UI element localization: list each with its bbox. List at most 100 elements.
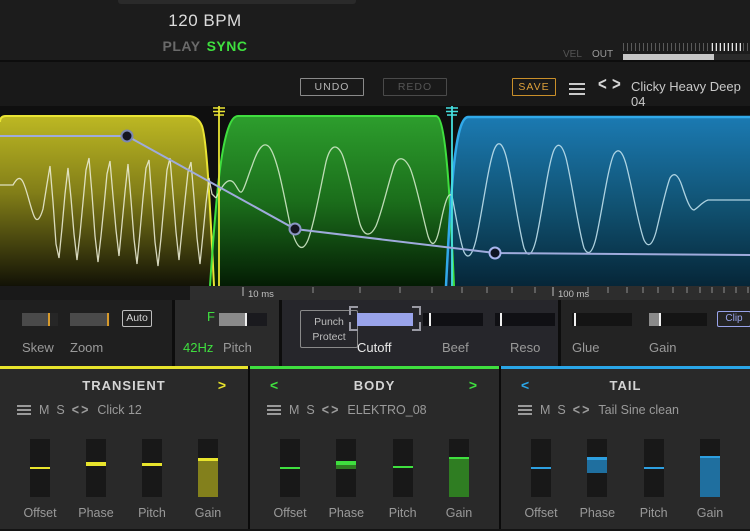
prev-preset-icon[interactable]: < [598, 74, 607, 95]
save-button[interactable]: SAVE [512, 78, 556, 96]
transient-pitch-label: Pitch [138, 506, 166, 520]
skew-slider[interactable] [22, 313, 58, 326]
tail-phase-slider[interactable] [587, 439, 607, 497]
body-offset-label: Offset [273, 506, 306, 520]
tail-pitch-slider[interactable] [644, 439, 664, 497]
transient-gain-slider[interactable] [198, 439, 218, 497]
tail-panel: < TAIL M S < > Tail Sine clean Offset [501, 366, 750, 529]
transient-offset-slider[interactable] [30, 439, 50, 497]
cutoff-label: Cutoff [357, 340, 391, 355]
transient-next-arrow[interactable]: > [218, 377, 226, 393]
transient-prev-sample-icon[interactable]: < [72, 402, 79, 418]
tail-gain-slider[interactable] [700, 439, 720, 497]
body-title: BODY [354, 378, 396, 393]
body-next-sample-icon[interactable]: > [331, 402, 338, 418]
body-solo-button[interactable]: S [306, 403, 314, 417]
waveform-display[interactable]: 10 ms 100 ms [0, 106, 750, 300]
body-prev-arrow[interactable]: < [270, 377, 278, 393]
beef-label: Beef [442, 340, 469, 355]
tail-prev-arrow[interactable]: < [521, 377, 529, 393]
reso-slider[interactable] [495, 313, 555, 326]
auto-zoom-button[interactable]: Auto [122, 310, 152, 327]
tail-menu-icon[interactable] [518, 403, 532, 417]
body-offset-slider[interactable] [280, 439, 300, 497]
filter-group: PunchProtect Cutoff Beef Reso [282, 300, 558, 366]
pitch-group: F 42Hz Pitch [175, 300, 279, 366]
output-meter[interactable] [623, 43, 750, 60]
transient-title: TRANSIENT [82, 378, 165, 393]
transient-gain-label: Gain [195, 506, 221, 520]
gain-slider[interactable] [649, 313, 707, 326]
tail-offset-slider[interactable] [531, 439, 551, 497]
ruler-10ms-label: 10 ms [248, 289, 274, 300]
tail-offset-label: Offset [524, 506, 557, 520]
transient-next-sample-icon[interactable]: > [81, 402, 88, 418]
host-tab [118, 0, 356, 4]
body-panel: < BODY > M S < > ELEKTRO_08 Offset [250, 366, 499, 529]
tail-next-sample-icon[interactable]: > [582, 402, 589, 418]
output-group: Glue Gain Clip [561, 300, 750, 366]
tail-solo-button[interactable]: S [557, 403, 565, 417]
pitch-slider[interactable] [219, 313, 267, 326]
header-bar: 120 BPM PLAYSYNC VEL OUT [0, 0, 750, 62]
transient-mute-button[interactable]: M [39, 403, 49, 417]
body-phase-label: Phase [329, 506, 364, 520]
transient-offset-label: Offset [23, 506, 56, 520]
body-phase-slider[interactable] [336, 439, 356, 497]
output-meter-ticks [623, 43, 750, 51]
transient-solo-button[interactable]: S [56, 403, 64, 417]
transient-sample-name[interactable]: Click 12 [97, 403, 141, 417]
bpm-display: 120 BPM [160, 11, 250, 31]
play-button[interactable]: PLAY [163, 38, 201, 54]
body-next-arrow[interactable]: > [469, 377, 477, 393]
gain-label: Gain [649, 340, 676, 355]
pitch-label: Pitch [223, 340, 252, 355]
preset-menu-icon[interactable] [569, 80, 585, 98]
toolbar: UNDO REDO SAVE < > Clicky Heavy Deep 04 [0, 62, 750, 106]
body-mute-button[interactable]: M [289, 403, 299, 417]
tail-gain-label: Gain [697, 506, 723, 520]
body-gain-label: Gain [446, 506, 472, 520]
body-menu-icon[interactable] [267, 403, 281, 417]
zoom-label: Zoom [70, 340, 103, 355]
body-gain-slider[interactable] [449, 439, 469, 497]
clip-button[interactable]: Clip [717, 311, 750, 327]
note-readout: F [207, 309, 215, 324]
undo-button[interactable]: UNDO [300, 78, 364, 96]
envelope-node-1[interactable] [122, 131, 133, 142]
ruler-100ms-label: 100 ms [558, 289, 589, 300]
zoom-slider[interactable] [70, 313, 110, 326]
view-controls-group: Auto Skew Zoom [0, 300, 172, 366]
body-sample-name[interactable]: ELEKTRO_08 [347, 403, 426, 417]
vel-label: VEL [563, 49, 582, 60]
transient-phase-slider[interactable] [86, 439, 106, 497]
cutoff-slider[interactable] [357, 313, 413, 326]
frequency-readout: 42Hz [183, 340, 213, 355]
transient-panel: TRANSIENT > M S < > Click 12 Offset Phas… [0, 366, 248, 529]
body-pitch-slider[interactable] [393, 439, 413, 497]
transient-region[interactable] [0, 116, 214, 286]
reso-label: Reso [510, 340, 540, 355]
beef-slider[interactable] [423, 313, 483, 326]
transient-pitch-slider[interactable] [142, 439, 162, 497]
tail-title: TAIL [610, 378, 642, 393]
tail-prev-sample-icon[interactable]: < [573, 402, 580, 418]
tail-sample-name[interactable]: Tail Sine clean [598, 403, 679, 417]
tail-mute-button[interactable]: M [540, 403, 550, 417]
drum-synth-window: 120 BPM PLAYSYNC VEL OUT UNDO REDO SAVE … [0, 0, 750, 531]
body-region[interactable] [210, 116, 454, 286]
output-level-slider[interactable] [623, 54, 750, 60]
time-ruler: 10 ms 100 ms [0, 286, 750, 300]
sync-button[interactable]: SYNC [207, 38, 248, 54]
body-prev-sample-icon[interactable]: < [322, 402, 329, 418]
glue-slider[interactable] [572, 313, 632, 326]
body-pitch-label: Pitch [389, 506, 417, 520]
tail-phase-label: Phase [580, 506, 615, 520]
envelope-node-3[interactable] [490, 248, 501, 259]
redo-button[interactable]: REDO [383, 78, 447, 96]
transient-menu-icon[interactable] [17, 403, 31, 417]
preset-name[interactable]: Clicky Heavy Deep 04 [631, 79, 750, 109]
envelope-node-2[interactable] [290, 224, 301, 235]
next-preset-icon[interactable]: > [612, 74, 621, 95]
global-controls-row: Auto Skew Zoom F 42Hz Pitch PunchProtect [0, 300, 750, 366]
